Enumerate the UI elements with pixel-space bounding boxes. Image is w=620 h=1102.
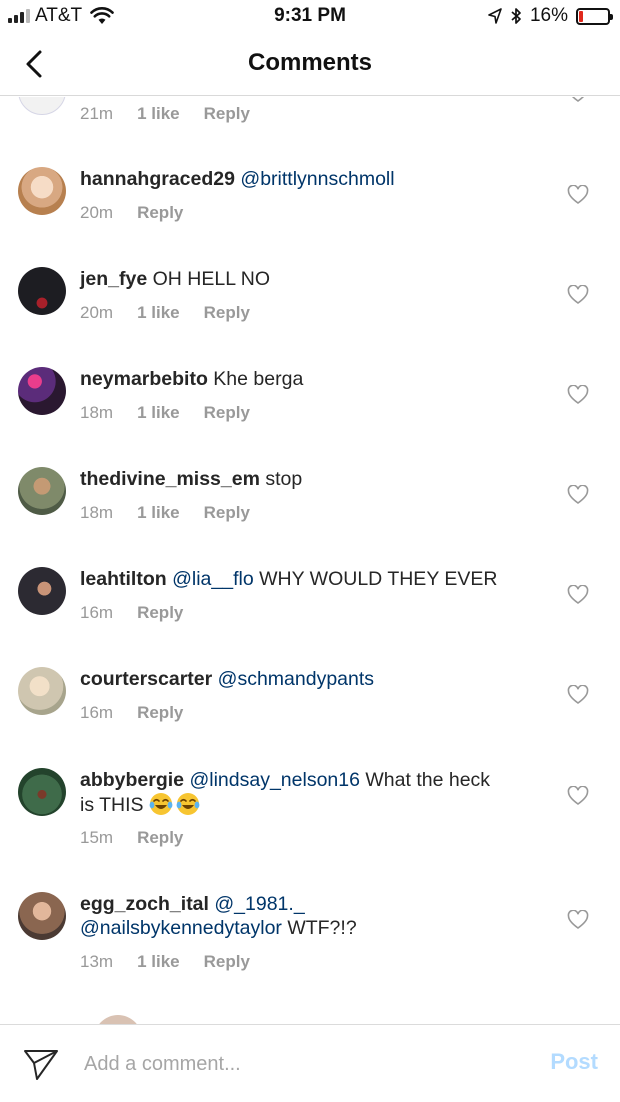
comment-mention-line2[interactable]: @nailsbykennedytaylor <box>80 917 282 939</box>
comment-text: abbybergie @lindsay_nelson16 What the he… <box>80 768 550 817</box>
reply-button[interactable]: Reply <box>204 403 250 423</box>
heart-icon[interactable] <box>567 485 589 505</box>
comment-input[interactable] <box>84 1047 524 1081</box>
comment-time: 13m <box>80 952 114 971</box>
battery-icon <box>576 7 613 25</box>
reply-button[interactable]: Reply <box>204 303 250 323</box>
avatar[interactable] <box>18 367 66 415</box>
heart-icon[interactable] <box>567 385 589 405</box>
comment-likes[interactable]: 1 like <box>137 503 180 523</box>
comment-meta: 16m Reply <box>80 603 183 623</box>
comment-text: egg_zoch_ital @_1981._ @nailsbykennedyta… <box>80 892 550 940</box>
post-button[interactable]: Post <box>550 1049 598 1075</box>
comment-list[interactable]: 21m 1 like Reply hannahgraced29 @brittly… <box>0 97 620 1024</box>
heart-icon[interactable] <box>567 685 589 705</box>
comment-username[interactable]: courterscarter <box>80 668 212 690</box>
reply-button[interactable]: Reply <box>137 828 183 848</box>
direct-send-icon[interactable] <box>22 1047 60 1083</box>
comment-time: 20m <box>80 203 114 222</box>
tears-of-joy-emoji-icon <box>149 793 173 815</box>
comment-username[interactable]: egg_zoch_ital <box>80 893 209 915</box>
heart-icon[interactable] <box>567 185 589 205</box>
comment-username[interactable]: neymarbebito <box>80 368 208 390</box>
comment-username[interactable]: leahtilton <box>80 568 167 590</box>
comment-mention[interactable]: @brittlynnschmoll <box>240 168 394 190</box>
comment-username[interactable]: abbybergie <box>80 769 184 791</box>
comment-username[interactable]: hannahgraced29 <box>80 168 235 190</box>
comment-time: 20m <box>80 303 114 322</box>
avatar[interactable] <box>18 768 66 816</box>
heart-icon[interactable] <box>567 910 589 930</box>
avatar[interactable] <box>18 667 66 715</box>
comment-time: 15m <box>80 828 114 847</box>
avatar[interactable] <box>94 1015 142 1024</box>
comment-time: 16m <box>80 603 114 622</box>
comment-content: WTF?!? <box>287 917 357 939</box>
avatar[interactable] <box>18 892 66 940</box>
comment-text: courterscarter @schmandypants <box>80 667 550 691</box>
nav-bar: Comments <box>0 34 620 96</box>
comment-meta: 15m Reply <box>80 828 183 848</box>
comment-content-line2: is THIS <box>80 794 144 816</box>
location-arrow-icon <box>488 8 502 24</box>
comment-text: hannahgraced29 @brittlynnschmoll <box>80 167 550 191</box>
comment-likes[interactable]: 1 like <box>137 403 180 423</box>
bluetooth-icon <box>511 8 521 24</box>
comment-content: WHY WOULD THEY EVER <box>259 568 498 590</box>
avatar[interactable] <box>18 467 66 515</box>
comment-mention[interactable]: @_1981._ <box>214 893 304 915</box>
comment-text: leahtilton @lia__flo WHY WOULD THEY EVER <box>80 567 550 591</box>
comment-mention[interactable]: @lindsay_nelson16 <box>189 769 360 791</box>
battery-percent: 16% <box>529 5 568 26</box>
comment-content: OH HELL NO <box>152 268 271 290</box>
reply-button[interactable]: Reply <box>137 603 183 623</box>
comment-mention[interactable]: @lia__flo <box>172 568 254 590</box>
reply-button[interactable]: Reply <box>204 503 250 523</box>
heart-icon[interactable] <box>567 97 589 105</box>
battery-level-fill <box>579 10 583 22</box>
comment-time: 18m <box>80 503 114 522</box>
comment-mention[interactable]: @schmandypants <box>218 668 374 690</box>
status-bar: AT&T 9:31 PM 16% <box>0 0 620 34</box>
avatar[interactable] <box>18 167 66 215</box>
comment-composer: Post <box>0 1024 620 1102</box>
reply-button[interactable]: Reply <box>204 104 250 124</box>
avatar[interactable] <box>18 267 66 315</box>
comment-text: thedivine_miss_em stop <box>80 467 550 491</box>
heart-icon[interactable] <box>567 585 589 605</box>
comment-meta: 21m 1 like Reply <box>80 104 250 124</box>
comment-meta: 18m 1 like Reply <box>80 403 250 423</box>
comment-text: jen_fye OH HELL NO <box>80 267 550 291</box>
comment-content: Khe berga <box>213 368 304 390</box>
comment-username[interactable]: thedivine_miss_em <box>80 468 260 490</box>
comment-meta: 16m Reply <box>80 703 183 723</box>
reply-button[interactable]: Reply <box>137 703 183 723</box>
comment-meta: 20m 1 like Reply <box>80 303 250 323</box>
comment-likes[interactable]: 1 like <box>137 303 180 323</box>
tears-of-joy-emoji-icon <box>176 793 200 815</box>
comment-username[interactable]: jen_fye <box>80 268 147 290</box>
comment-time: 21m <box>80 104 114 123</box>
comment-likes[interactable]: 1 like <box>137 952 180 972</box>
comment-content: stop <box>265 468 303 490</box>
comment-time: 16m <box>80 703 114 722</box>
page-title: Comments <box>247 49 373 76</box>
comment-meta: 18m 1 like Reply <box>80 503 250 523</box>
comment-likes[interactable]: 1 like <box>137 104 180 124</box>
avatar[interactable] <box>18 97 66 115</box>
comment-content: What the heck <box>365 769 491 791</box>
heart-icon[interactable] <box>567 786 589 806</box>
status-right: 16% <box>488 5 613 27</box>
comment-meta: 13m 1 like Reply <box>80 952 250 972</box>
comment-text: neymarbebito Khe berga <box>80 367 550 391</box>
reply-button[interactable]: Reply <box>137 203 183 223</box>
comment-meta: 20m Reply <box>80 203 183 223</box>
reply-button[interactable]: Reply <box>204 952 250 972</box>
avatar[interactable] <box>18 567 66 615</box>
heart-icon[interactable] <box>567 285 589 305</box>
comment-time: 18m <box>80 403 114 422</box>
